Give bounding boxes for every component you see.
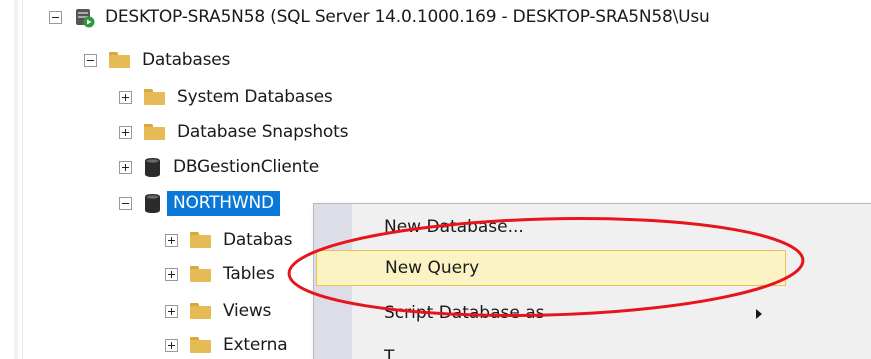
splitter-edge [0,0,23,359]
tree-node-label: Views [223,301,272,321]
tree-node-label: DBGestionCliente [173,157,319,177]
server-icon [76,8,95,27]
folder-icon [144,89,165,105]
expand-icon[interactable] [165,338,178,352]
expand-icon[interactable] [165,233,178,247]
folder-icon [144,124,165,140]
tree-node-child[interactable]: Views [165,296,271,326]
tree-node-northwnd[interactable]: NORTHWND [119,188,280,218]
menu-item-label: New Query [385,258,480,278]
folder-icon [190,266,211,282]
object-explorer: DESKTOP-SRA5N58 (SQL Server 14.0.1000.16… [0,0,871,359]
folder-icon [190,337,211,353]
menu-item-label: T [384,347,395,359]
database-icon [145,193,160,213]
tree-node-dbgestioncliente[interactable]: DBGestionCliente [119,152,319,182]
submenu-arrow-icon [756,309,762,319]
collapse-icon[interactable] [49,10,62,24]
menu-item-label: Script Database as [384,303,545,323]
expand-icon[interactable] [165,267,178,281]
tree-node-child[interactable]: Tables [165,259,275,289]
selected-node-label: NORTHWND [167,190,280,216]
expand-icon[interactable] [119,125,132,139]
tree-node-server[interactable]: DESKTOP-SRA5N58 (SQL Server 14.0.1000.16… [49,2,710,32]
tree-node-child[interactable]: Databas [165,225,292,255]
tree-node-label: Databases [142,50,231,70]
tree-node-label: Externa [223,335,288,355]
tree-node-label: Database Snapshots [177,122,349,142]
tree-node-databases[interactable]: Databases [84,45,230,75]
folder-icon [190,303,211,319]
menu-item-new-database[interactable]: New Database... [316,209,786,245]
tree-node-label: Databas [223,230,293,250]
folder-icon [109,52,130,68]
server-label: DESKTOP-SRA5N58 (SQL Server 14.0.1000.16… [105,7,710,27]
collapse-icon[interactable] [119,196,132,210]
expand-icon[interactable] [165,304,178,318]
menu-item-label: New Database... [384,217,524,237]
tree-node-system-databases[interactable]: System Databases [119,82,333,112]
context-menu: New Database... New Query Script Databas… [313,203,871,359]
folder-icon [190,232,211,248]
database-icon [145,157,160,177]
tree-node-database-snapshots[interactable]: Database Snapshots [119,117,348,147]
expand-icon[interactable] [119,160,132,174]
menu-item-new-query[interactable]: New Query [316,250,786,286]
tree-node-label: Tables [223,264,275,284]
collapse-icon[interactable] [84,53,97,67]
menu-item-script-database-as[interactable]: Script Database as [316,295,786,331]
expand-icon[interactable] [119,90,132,104]
menu-item-partial[interactable]: T [316,339,786,359]
tree-node-child[interactable]: Externa [165,330,288,359]
tree-node-label: System Databases [177,87,333,107]
